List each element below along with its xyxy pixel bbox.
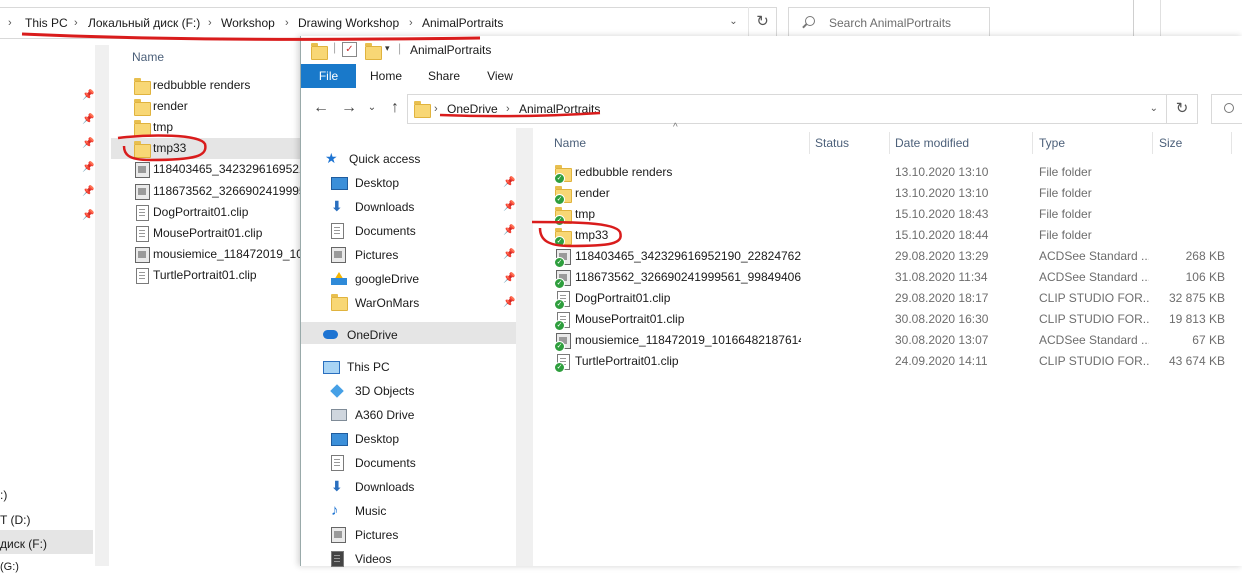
annotation-circle [117,134,207,162]
red-annotation-layer [21,32,622,248]
annotation-circle [531,220,622,248]
annotation-underline [21,32,481,41]
annotation-underline [439,111,601,118]
